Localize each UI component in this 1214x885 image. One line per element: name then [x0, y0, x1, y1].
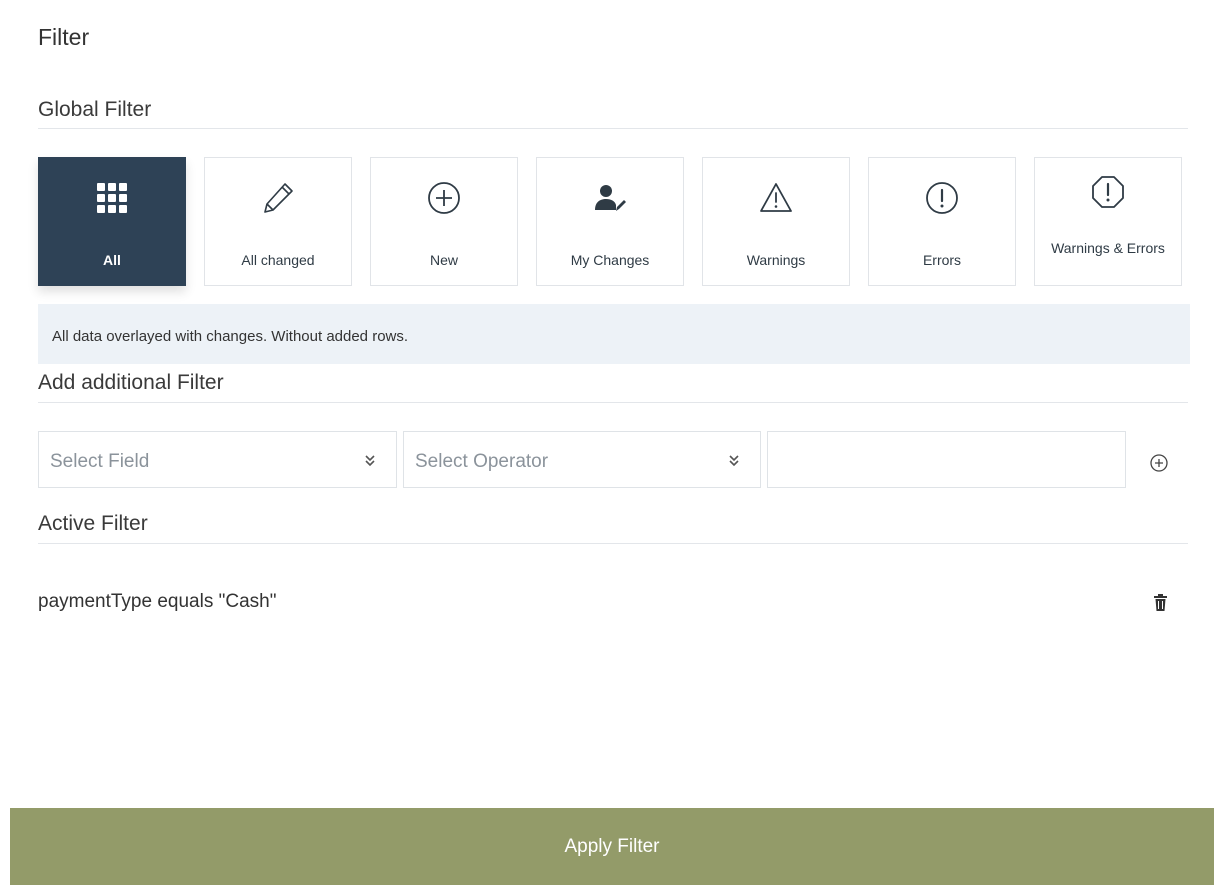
grid-icon — [94, 180, 130, 216]
additional-filter-heading: Add additional Filter — [38, 371, 224, 394]
global-filter-heading: Global Filter — [38, 98, 152, 121]
dialog-title: Filter — [38, 24, 90, 50]
plus-circle-icon — [426, 180, 462, 216]
user-edit-icon — [592, 180, 628, 216]
tile-label: Warnings & Errors — [1051, 240, 1165, 256]
divider — [38, 128, 1188, 129]
apply-filter-button[interactable]: Apply Filter — [10, 808, 1214, 885]
tile-label: My Changes — [570, 252, 650, 268]
pencil-icon — [260, 180, 296, 216]
filter-tile-my-changes[interactable]: My Changes — [536, 157, 684, 286]
tile-label: All — [103, 252, 121, 268]
filter-description: All data overlayed with changes. Without… — [38, 304, 1190, 364]
tile-label: Errors — [922, 252, 962, 268]
select-field-dropdown[interactable]: Select Field — [38, 431, 397, 488]
filter-tile-errors[interactable]: Errors — [868, 157, 1016, 286]
global-filter-options: All All changed New My Changes Warnings … — [38, 157, 1190, 288]
filter-tile-all[interactable]: All — [38, 157, 186, 286]
warning-triangle-icon — [758, 180, 794, 216]
active-filter-item: paymentType equals "Cash" — [38, 591, 277, 612]
filter-tile-warnings-and-errors[interactable]: Warnings & Errors — [1034, 157, 1182, 286]
tile-label: New — [429, 252, 458, 268]
divider — [38, 543, 1188, 544]
filter-tile-all-changed[interactable]: All changed — [204, 157, 352, 286]
filter-tile-warnings[interactable]: Warnings — [702, 157, 850, 286]
filter-tile-new[interactable]: New — [370, 157, 518, 286]
error-octagon-icon — [1090, 174, 1126, 210]
tile-label: All changed — [241, 252, 315, 268]
add-filter-icon[interactable] — [1149, 453, 1169, 473]
divider — [38, 402, 1188, 403]
trash-icon[interactable] — [1153, 593, 1168, 612]
chevron-double-down-icon — [729, 455, 739, 467]
select-operator-placeholder: Select Operator — [415, 451, 549, 472]
tile-label: Warnings — [746, 252, 806, 268]
filter-value-input[interactable] — [767, 431, 1126, 488]
select-operator-dropdown[interactable]: Select Operator — [403, 431, 761, 488]
select-field-placeholder: Select Field — [50, 451, 150, 472]
chevron-double-down-icon — [365, 455, 375, 467]
active-filter-heading: Active Filter — [38, 512, 148, 535]
error-circle-icon — [924, 180, 960, 216]
